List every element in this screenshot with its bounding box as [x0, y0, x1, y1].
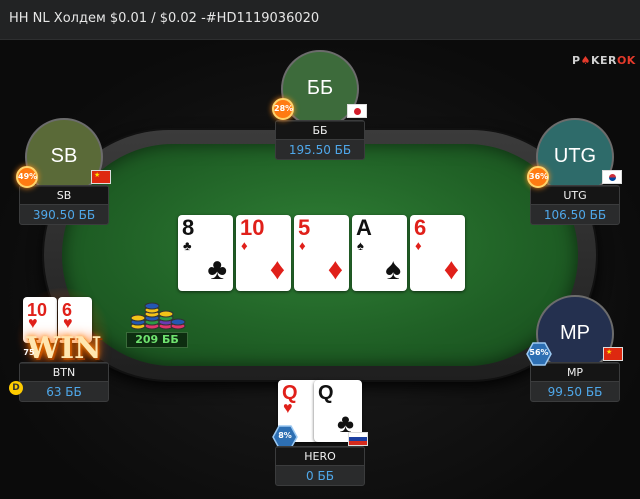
- fire-stat-badge: 28%: [272, 98, 294, 120]
- title-bar: HH NL Холдем $0.01 / $0.02 -#HD111903602…: [0, 0, 640, 40]
- seat-stack: 99.50 ББ: [547, 385, 603, 399]
- pokerok-logo: P♠KEROK: [572, 54, 636, 67]
- seat-mp[interactable]: MP 99.50 ББ: [530, 362, 620, 402]
- china-flag-icon: ★: [91, 170, 111, 184]
- korea-flag-icon: [602, 170, 622, 184]
- dealer-button: D: [9, 381, 23, 395]
- fire-stat-badge: 36%: [527, 166, 549, 188]
- pot-amount: 209 ББ: [126, 332, 188, 348]
- window-title: HH NL Холдем $0.01 / $0.02 -#HD111903602…: [9, 11, 320, 26]
- fire-stat-badge: 49%: [16, 166, 38, 188]
- seat-utg[interactable]: UTG 106.50 ББ: [530, 185, 620, 225]
- board-card-4: A ♠ ♠: [352, 215, 407, 291]
- japan-flag-icon: [347, 104, 367, 118]
- seat-sb[interactable]: SB 390.50 ББ: [19, 185, 109, 225]
- seat-bb[interactable]: ББ 195.50 ББ: [275, 120, 365, 160]
- seat-name: ББ: [276, 122, 364, 140]
- board-card-3: 5 ♦ ♦: [294, 215, 349, 291]
- seat-hero[interactable]: HERO 0 ББ: [275, 446, 365, 486]
- seat-name: HERO: [276, 448, 364, 466]
- seat-stack: 0 ББ: [306, 469, 334, 483]
- china-flag-icon: ★: [603, 347, 623, 361]
- seat-stack: 63 ББ: [46, 385, 82, 399]
- seat-stack: 195.50 ББ: [288, 143, 352, 157]
- board-card-5: 6 ♦ ♦: [410, 215, 465, 291]
- board-card-2: 10 ♦ ♦: [236, 215, 291, 291]
- russia-flag-icon: [348, 432, 368, 446]
- hex-stat-badge: 56%: [526, 342, 552, 366]
- seat-stack: 390.50 ББ: [32, 208, 96, 222]
- seat-name: MP: [531, 364, 619, 382]
- board-card-1: 8 ♣ ♣: [178, 215, 233, 291]
- btn-stat-badge: 75: [23, 348, 35, 357]
- seat-name: SB: [20, 187, 108, 205]
- pot-chips-icon: [128, 298, 188, 334]
- seat-name: UTG: [531, 187, 619, 205]
- seat-stack: 106.50 ББ: [543, 208, 607, 222]
- seat-name: BTN: [20, 364, 108, 382]
- seat-btn[interactable]: BTN 63 ББ: [19, 362, 109, 402]
